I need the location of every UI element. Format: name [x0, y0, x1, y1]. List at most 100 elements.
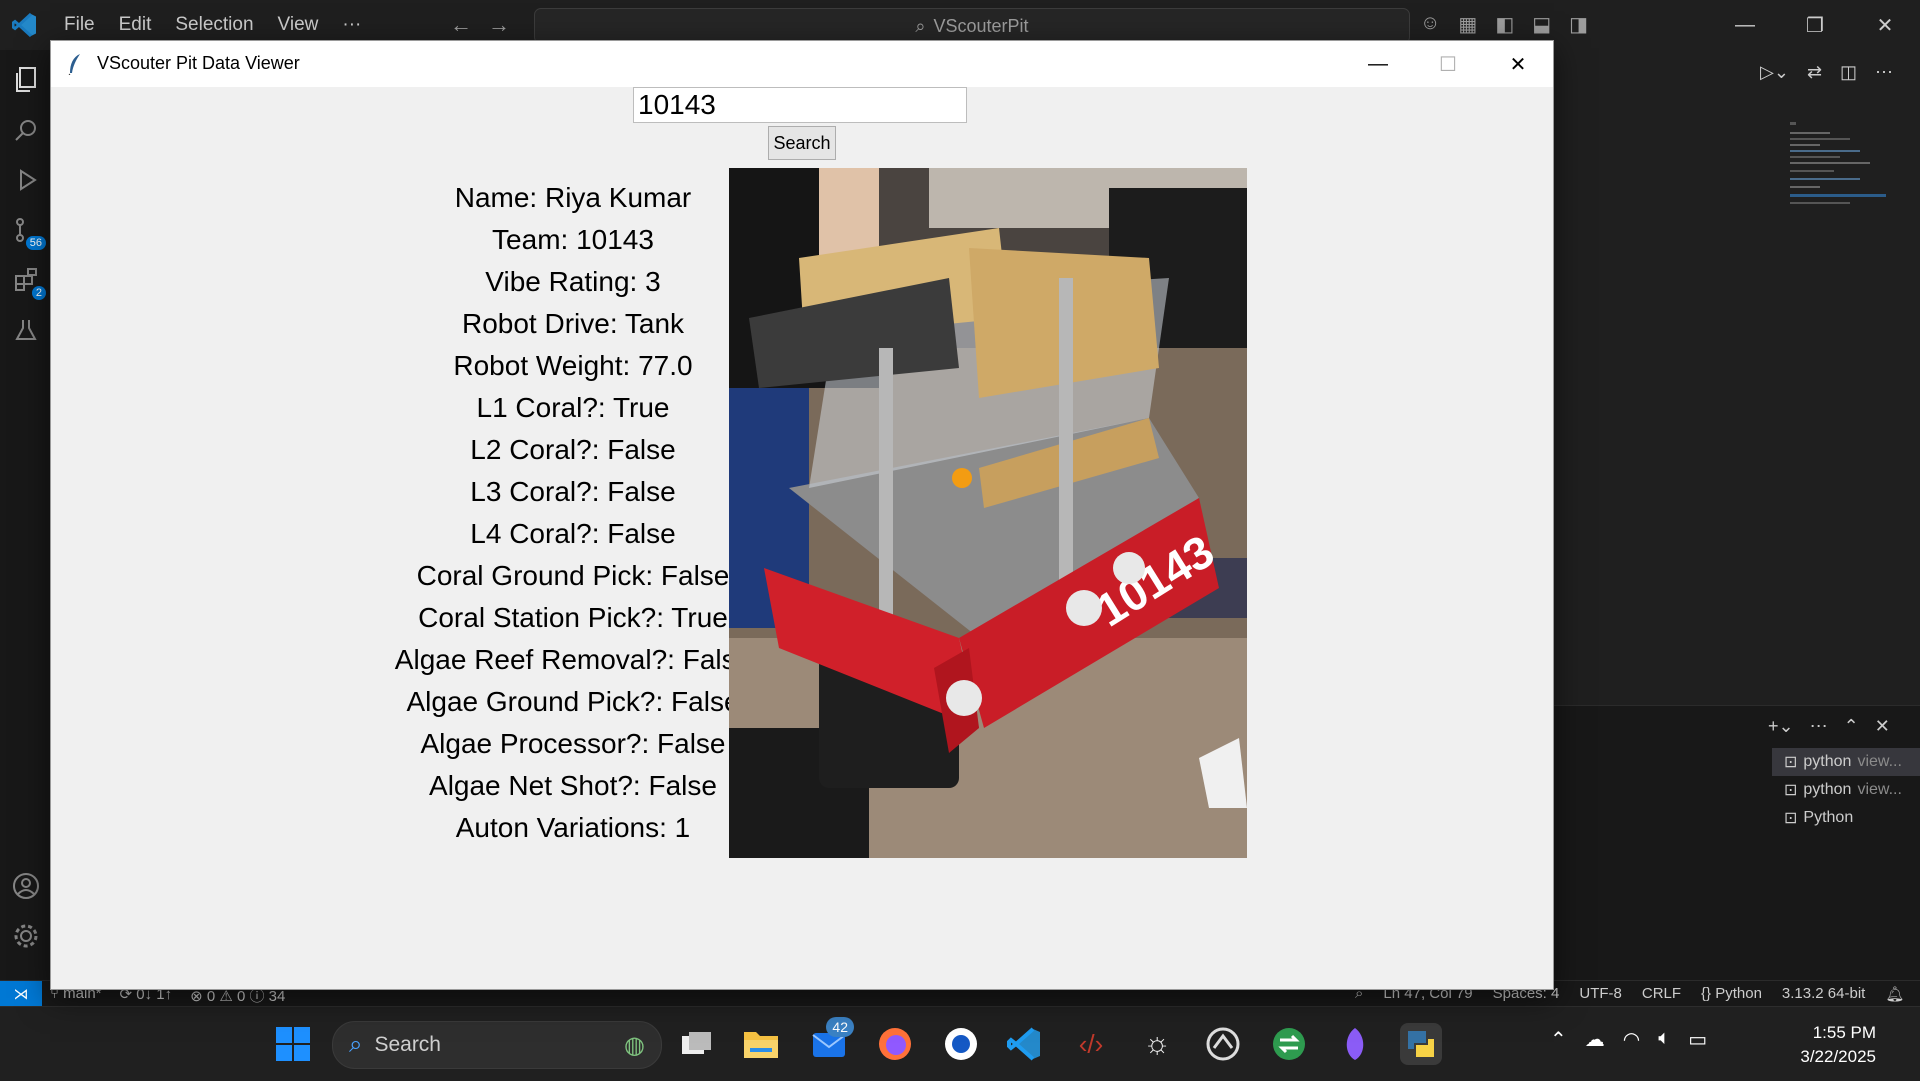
maximize-panel-icon[interactable]: ⌃ [1844, 716, 1859, 737]
volume-icon[interactable]: 🔈︎ [1658, 1027, 1670, 1052]
toggle-secondary-sidebar-icon[interactable]: ◨ [1569, 12, 1588, 37]
terminal-name: python [1803, 781, 1852, 798]
layout-icon[interactable]: ▦ [1458, 12, 1477, 37]
editor-actions: ▷⌄ ⇄ ◫ ⋯ [1760, 62, 1893, 83]
new-terminal-icon[interactable]: +⌄ [1768, 716, 1794, 737]
sync-app-icon[interactable] [1268, 1023, 1310, 1065]
close-panel-icon[interactable]: ✕ [1875, 716, 1890, 737]
terminal-name: python [1803, 753, 1852, 770]
terminal-name: Python [1803, 809, 1854, 826]
taskbar-clock[interactable]: 1:55 PM 3/22/2025 [1768, 1021, 1876, 1069]
encoding[interactable]: UTF-8 [1579, 985, 1622, 1003]
command-center-label: VScouterPit [933, 15, 1029, 36]
battery-icon[interactable]: ▭ [1688, 1027, 1707, 1052]
menu-file[interactable]: File [64, 14, 95, 36]
panel-more-icon[interactable]: ⋯ [1810, 716, 1828, 737]
run-debug-icon[interactable] [10, 164, 42, 196]
menu-view[interactable]: View [278, 14, 319, 36]
copilot-icon[interactable]: ☺ [1420, 12, 1440, 37]
title-actions: ☺ ▦ ◧ ⬓ ◨ [1420, 12, 1588, 37]
terminal-icon: ⊡ [1784, 810, 1798, 827]
notifications-bell-icon[interactable]: 🔔︎ [1885, 985, 1904, 1003]
accounts-icon[interactable] [10, 870, 42, 902]
explorer-icon[interactable] [10, 64, 42, 96]
source-control-badge: 56 [25, 236, 46, 250]
line-ending[interactable]: CRLF [1642, 985, 1681, 1003]
tk-feather-icon [68, 54, 80, 75]
command-center[interactable]: ⌕ VScouterPit [534, 8, 1410, 44]
firefox-icon[interactable] [874, 1023, 916, 1065]
manage-gear-icon[interactable] [10, 920, 42, 952]
app-window-title: VScouter Pit Data Viewer [97, 53, 300, 73]
purple-app-icon[interactable] [1334, 1023, 1376, 1065]
extensions-icon[interactable]: 2 [10, 264, 46, 300]
blue-app-icon[interactable] [940, 1023, 982, 1065]
vscode-window-controls: — ❐ ✕ [1710, 0, 1920, 50]
app-titlebar[interactable]: VScouter Pit Data Viewer — ☐ ✕ [51, 41, 1553, 87]
back-arrow-icon[interactable]: ← [450, 12, 488, 37]
team-search-input[interactable] [633, 87, 967, 123]
menu-edit[interactable]: Edit [119, 14, 152, 36]
split-editor-icon[interactable]: ◫ [1840, 62, 1857, 83]
menu-selection[interactable]: Selection [175, 14, 253, 36]
terminal-detail: view... [1857, 753, 1902, 770]
forward-arrow-icon[interactable]: → [488, 12, 526, 37]
terminal-item[interactable]: ⊡ python view... [1772, 748, 1920, 776]
taskbar-search-label: Search [374, 1033, 441, 1056]
terminal-detail: view... [1857, 781, 1902, 798]
pit-data-viewer-window: VScouter Pit Data Viewer — ☐ ✕ Search Na… [50, 40, 1554, 990]
terminal-item[interactable]: ⊡ Python [1772, 804, 1920, 832]
chevron-up-icon[interactable]: ⌃ [1550, 1027, 1567, 1052]
code-tag-icon[interactable]: ‹/› [1070, 1023, 1112, 1065]
compare-icon[interactable]: ⇄ [1807, 62, 1822, 83]
source-control-icon[interactable]: 56 [10, 214, 46, 250]
menu-more[interactable]: ··· [342, 14, 361, 36]
taskbar: ⌕ Search ◍ 42 ‹/› ☼ ⌃ ☁ ◠ 🔈︎ ▭ 1:55 PM 3… [0, 1006, 1920, 1081]
mail-badge: 42 [826, 1017, 854, 1037]
terminal-item[interactable]: ⊡ python view... [1772, 776, 1920, 804]
mail-app-icon[interactable]: 42 [808, 1017, 854, 1065]
language-label: Python [1715, 985, 1762, 1002]
clock-date: 3/22/2025 [1800, 1047, 1876, 1066]
search-icon: ⌕ [349, 1031, 363, 1058]
more-actions-icon[interactable]: ⋯ [1875, 62, 1893, 83]
robot-photo: 10143 [729, 168, 1247, 858]
activity-bar: 56 2 [0, 50, 52, 980]
search-icon[interactable] [10, 114, 42, 146]
wifi-icon[interactable]: ◠ [1623, 1027, 1640, 1052]
terminal-icon: ⊡ [1784, 754, 1798, 771]
terminal-list: ⊡ python view... ⊡ python view... ⊡ Pyth… [1772, 748, 1920, 832]
task-view-icon[interactable] [676, 1023, 718, 1065]
windows-start-icon[interactable] [272, 1023, 314, 1065]
minimap [1790, 122, 1886, 204]
toggle-panel-icon[interactable]: ⬓ [1532, 12, 1551, 37]
system-tray: ⌃ ☁ ◠ 🔈︎ ▭ [1550, 1027, 1707, 1052]
inkscape-like-icon[interactable] [1202, 1023, 1244, 1065]
clock-time: 1:55 PM [1812, 1023, 1876, 1042]
toggle-sidebar-icon[interactable]: ◧ [1495, 12, 1514, 37]
nav-buttons: ←→ [450, 12, 526, 38]
minimize-icon[interactable]: — [1710, 0, 1780, 50]
onedrive-cloud-icon[interactable]: ☁ [1585, 1027, 1605, 1052]
language-mode[interactable]: {} Python [1701, 985, 1762, 1003]
taskbar-search[interactable]: ⌕ Search ◍ [332, 1021, 662, 1069]
testing-icon[interactable] [10, 314, 42, 346]
panel-actions: +⌄ ⋯ ⌃ ✕ [1768, 716, 1890, 737]
menu-bar: File Edit Selection View ··· [64, 14, 361, 36]
vscode-taskbar-icon[interactable] [1004, 1023, 1046, 1065]
search-button[interactable]: Search [768, 126, 836, 160]
brightness-icon[interactable]: ☼ [1136, 1023, 1178, 1065]
bing-globe-icon: ◍ [624, 1031, 645, 1059]
terminal-icon: ⊡ [1784, 782, 1798, 799]
remote-icon[interactable]: ⋊ [0, 981, 42, 1007]
restore-icon[interactable]: ❐ [1780, 0, 1850, 50]
search-icon: ⌕ [915, 15, 926, 36]
python-tk-icon[interactable] [1400, 1023, 1442, 1065]
run-icon[interactable]: ▷⌄ [1760, 62, 1789, 83]
close-icon[interactable]: ✕ [1850, 0, 1920, 50]
app-minimize-icon[interactable]: — [1343, 41, 1413, 87]
file-explorer-icon[interactable] [740, 1023, 782, 1065]
app-maximize-icon[interactable]: ☐ [1413, 41, 1483, 87]
python-interpreter[interactable]: 3.13.2 64-bit [1782, 985, 1865, 1003]
app-close-icon[interactable]: ✕ [1483, 41, 1553, 87]
